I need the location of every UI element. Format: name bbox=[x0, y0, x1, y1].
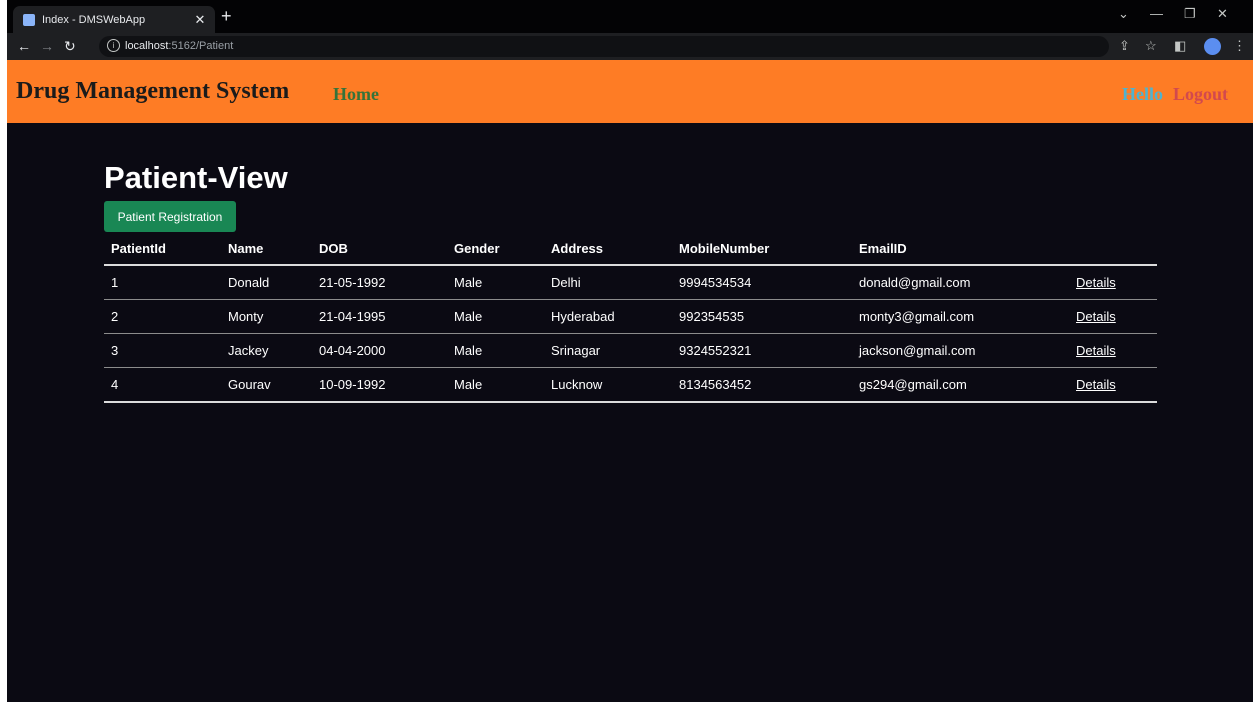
restore-icon[interactable]: ❐ bbox=[1184, 6, 1196, 22]
site-info-icon[interactable]: i bbox=[107, 39, 120, 52]
tab-title: Index - DMSWebApp bbox=[42, 13, 146, 26]
forward-icon[interactable]: → bbox=[40, 38, 54, 54]
cell-gender: Male bbox=[454, 309, 483, 324]
browser-toolbar: ← → ↻ i localhost:5162/Patient ⇪ ☆ ◧ ⋮ bbox=[7, 33, 1253, 60]
nav-home-link[interactable]: Home bbox=[333, 84, 379, 105]
cell-name: Donald bbox=[228, 275, 270, 290]
cell-dob: 21-05-1992 bbox=[319, 275, 386, 290]
back-icon[interactable]: ← bbox=[17, 38, 31, 54]
patient-registration-button[interactable]: Patient Registration bbox=[104, 201, 236, 232]
side-panel-icon[interactable]: ◧ bbox=[1174, 38, 1186, 54]
cell-email: donald@gmail.com bbox=[859, 275, 971, 290]
browser-tab[interactable]: Index - DMSWebApp ✕ bbox=[13, 6, 215, 33]
nav-logout-link[interactable]: Logout bbox=[1173, 84, 1228, 105]
new-tab-icon[interactable]: + bbox=[221, 7, 232, 25]
column-header: Name bbox=[228, 240, 264, 256]
menu-kebab-icon[interactable]: ⋮ bbox=[1233, 38, 1246, 54]
cell-dob: 21-04-1995 bbox=[319, 309, 386, 324]
cell-gender: Male bbox=[454, 343, 483, 358]
cell-address: Lucknow bbox=[551, 377, 603, 392]
browser-window: Index - DMSWebApp ✕ + ⌄ — ❐ ✕ ← → ↻ i lo… bbox=[7, 0, 1253, 702]
cell-mobile: 992354535 bbox=[679, 309, 745, 324]
page-favicon-icon bbox=[23, 13, 35, 26]
cell-patient-id: 1 bbox=[111, 275, 119, 290]
table-header: PatientId Name DOB Gender Address Mobile… bbox=[104, 232, 1157, 266]
table-row: 2 Monty 21-04-1995 Male Hyderabad 992354… bbox=[104, 300, 1157, 334]
cell-mobile: 9324552321 bbox=[679, 343, 752, 358]
cell-address: Hyderabad bbox=[551, 309, 615, 324]
column-header: DOB bbox=[319, 240, 348, 256]
details-link[interactable]: Details bbox=[1076, 266, 1116, 299]
tab-search-icon[interactable]: ⌄ bbox=[1118, 6, 1129, 22]
cell-patient-id: 2 bbox=[111, 309, 119, 324]
reload-icon[interactable]: ↻ bbox=[64, 38, 76, 54]
tab-close-icon[interactable]: ✕ bbox=[191, 12, 209, 28]
cell-name: Monty bbox=[228, 309, 264, 324]
cell-gender: Male bbox=[454, 275, 483, 290]
cell-email: monty3@gmail.com bbox=[859, 309, 975, 324]
bookmark-star-icon[interactable]: ☆ bbox=[1145, 38, 1157, 54]
details-link[interactable]: Details bbox=[1076, 334, 1116, 367]
app-navbar: Drug Management System Home Hello Logout bbox=[7, 60, 1253, 123]
browser-titlebar: Index - DMSWebApp ✕ + ⌄ — ❐ ✕ bbox=[7, 0, 1253, 33]
url-text: localhost:5162/Patient bbox=[125, 40, 234, 52]
table-row: 3 Jackey 04-04-2000 Male Srinagar 932455… bbox=[104, 334, 1157, 368]
cell-mobile: 9994534534 bbox=[679, 275, 752, 290]
share-icon[interactable]: ⇪ bbox=[1119, 38, 1130, 54]
cell-address: Srinagar bbox=[551, 343, 601, 358]
cell-dob: 04-04-2000 bbox=[319, 343, 386, 358]
nav-hello-link[interactable]: Hello bbox=[1122, 84, 1163, 105]
cell-name: Gourav bbox=[228, 377, 271, 392]
profile-avatar-icon[interactable] bbox=[1204, 38, 1221, 55]
column-header: MobileNumber bbox=[679, 240, 770, 256]
cell-name: Jackey bbox=[228, 343, 269, 358]
cell-email: gs294@gmail.com bbox=[859, 377, 967, 392]
table-row: 4 Gourav 10-09-1992 Male Lucknow 8134563… bbox=[104, 368, 1157, 403]
page-title: Patient-View bbox=[104, 160, 288, 195]
table-row: 1 Donald 21-05-1992 Male Delhi 999453453… bbox=[104, 266, 1157, 300]
brand-title[interactable]: Drug Management System bbox=[16, 78, 289, 105]
cell-patient-id: 4 bbox=[111, 377, 119, 392]
cell-dob: 10-09-1992 bbox=[319, 377, 386, 392]
close-window-icon[interactable]: ✕ bbox=[1217, 6, 1228, 22]
details-link[interactable]: Details bbox=[1076, 300, 1116, 333]
column-header: EmailID bbox=[859, 240, 907, 256]
cell-mobile: 8134563452 bbox=[679, 377, 752, 392]
column-header: PatientId bbox=[111, 240, 166, 256]
patient-table: PatientId Name DOB Gender Address Mobile… bbox=[104, 232, 1157, 403]
address-bar[interactable]: i localhost:5162/Patient bbox=[99, 36, 1109, 57]
details-link[interactable]: Details bbox=[1076, 368, 1116, 401]
cell-email: jackson@gmail.com bbox=[859, 343, 976, 358]
column-header: Address bbox=[551, 240, 604, 256]
cell-patient-id: 3 bbox=[111, 343, 119, 358]
minimize-icon[interactable]: — bbox=[1150, 6, 1163, 21]
column-header: Gender bbox=[454, 240, 500, 256]
cell-address: Delhi bbox=[551, 275, 581, 290]
cell-gender: Male bbox=[454, 377, 483, 392]
